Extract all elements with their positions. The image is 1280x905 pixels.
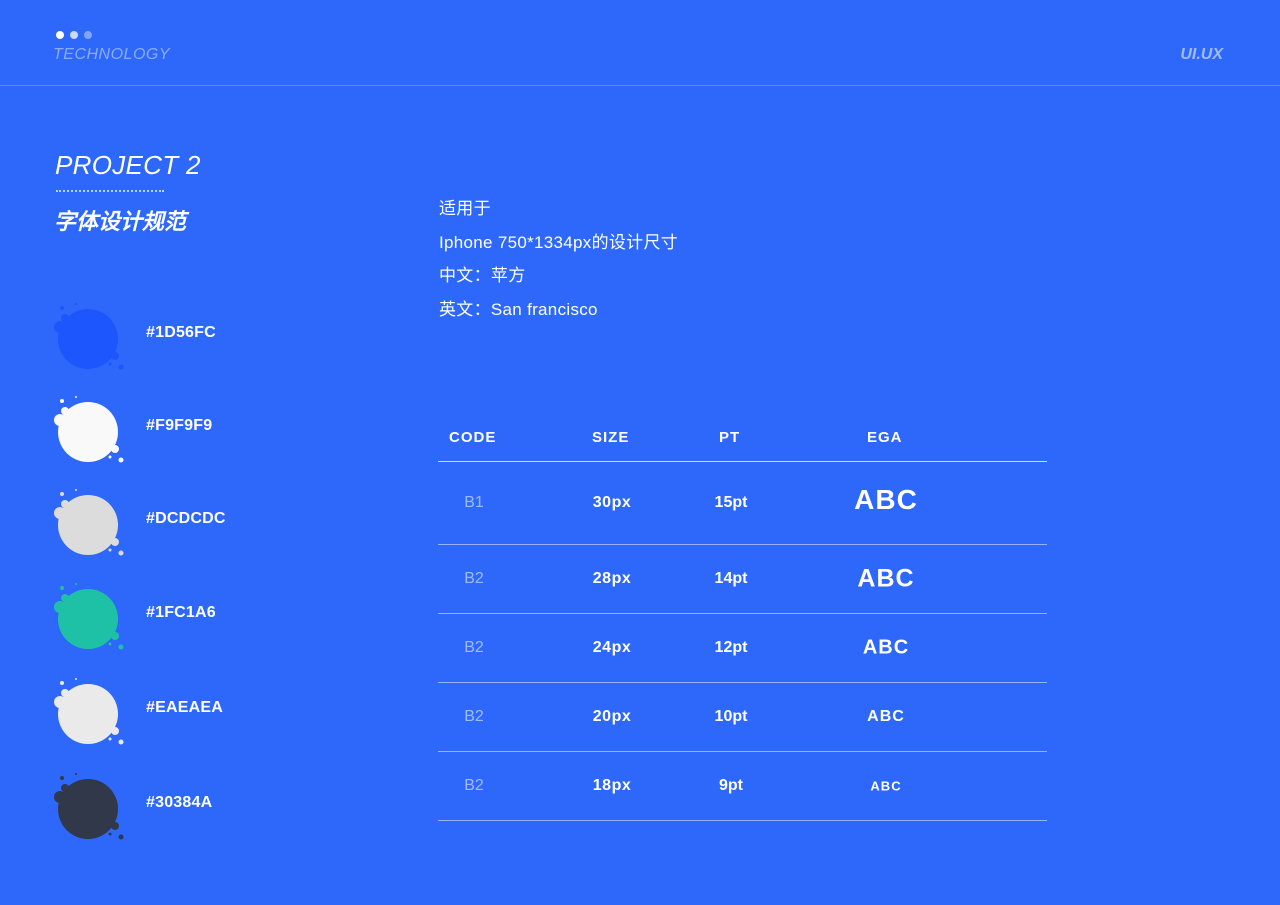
font-spec-table: CODE SIZE PT EGA B1 30px 15pt ABC B2 28p… bbox=[438, 420, 1047, 821]
header-bar: TECHNOLOGY UI.UX bbox=[0, 0, 1280, 86]
color-swatch: #F9F9F9 bbox=[48, 389, 308, 473]
cell-pt: 12pt bbox=[714, 639, 748, 656]
cell-size: 18px bbox=[592, 777, 632, 794]
table-header: CODE SIZE PT EGA bbox=[438, 420, 1047, 462]
project-title: PROJECT 2 bbox=[55, 150, 201, 180]
color-swatch: #EAEAEA bbox=[48, 671, 308, 755]
cell-code: B2 bbox=[464, 708, 484, 725]
color-swatch: #DCDCDC bbox=[48, 482, 308, 566]
color-blob-icon bbox=[54, 583, 124, 650]
window-dots bbox=[56, 31, 92, 39]
swatch-hex: #F9F9F9 bbox=[146, 417, 213, 434]
swatch-hex: #1FC1A6 bbox=[146, 604, 216, 621]
column-header-ega: EGA bbox=[867, 429, 903, 446]
info-line: 适用于 bbox=[439, 199, 491, 218]
cell-ega-sample: ABC bbox=[854, 484, 918, 515]
cell-ega-sample: ABC bbox=[862, 636, 910, 659]
cell-size: 30px bbox=[592, 494, 632, 511]
cell-size: 24px bbox=[592, 639, 632, 656]
cell-pt: 15pt bbox=[714, 494, 748, 511]
table-row: B2 20px 10pt ABC bbox=[438, 683, 1047, 752]
title-divider bbox=[56, 190, 164, 192]
color-swatch: #30384A bbox=[48, 766, 308, 850]
cell-size: 20px bbox=[592, 708, 632, 725]
project-subtitle: 字体设计规范 bbox=[54, 209, 187, 234]
dot-icon bbox=[84, 31, 92, 39]
cell-pt: 14pt bbox=[714, 570, 748, 587]
color-blob-icon bbox=[54, 773, 124, 840]
cell-size: 28px bbox=[592, 570, 632, 587]
cell-code: B2 bbox=[464, 639, 484, 656]
cell-pt: 9pt bbox=[719, 777, 743, 794]
color-blob-icon bbox=[54, 489, 124, 556]
swatch-hex: #1D56FC bbox=[146, 324, 216, 341]
dot-icon bbox=[56, 31, 64, 39]
color-swatch: #1D56FC bbox=[48, 296, 308, 380]
cell-ega-sample: ABC bbox=[867, 708, 905, 725]
column-header-pt: PT bbox=[719, 429, 741, 446]
spec-info: 适用于 Iphone 750*1334px的设计尺寸 中文：苹方 英文：San … bbox=[439, 192, 678, 326]
info-line: 中文：苹方 bbox=[439, 266, 526, 285]
cell-code: B2 bbox=[464, 570, 484, 587]
dot-icon bbox=[70, 31, 78, 39]
brand-label: TECHNOLOGY bbox=[53, 46, 171, 63]
color-blob-icon bbox=[54, 678, 124, 745]
cell-ega-sample: ABC bbox=[857, 564, 915, 593]
column-header-code: CODE bbox=[449, 429, 497, 446]
info-line: 英文：San francisco bbox=[439, 299, 598, 319]
cell-code: B1 bbox=[464, 494, 484, 511]
cell-ega-sample: ABC bbox=[870, 778, 902, 794]
cell-code: B2 bbox=[464, 777, 484, 794]
swatch-hex: #30384A bbox=[146, 794, 213, 811]
table-row: B2 24px 12pt ABC bbox=[438, 614, 1047, 683]
header-tag: UI.UX bbox=[1180, 46, 1223, 63]
table-row: B1 30px 15pt ABC bbox=[438, 462, 1047, 545]
color-blob-icon bbox=[54, 396, 124, 463]
color-swatch: #1FC1A6 bbox=[48, 576, 308, 660]
swatch-hex: #DCDCDC bbox=[146, 510, 226, 527]
table-row: B2 18px 9pt ABC bbox=[438, 752, 1047, 821]
table-row: B2 28px 14pt ABC bbox=[438, 545, 1047, 614]
info-line: Iphone 750*1334px的设计尺寸 bbox=[439, 232, 679, 252]
cell-pt: 10pt bbox=[714, 708, 748, 725]
swatch-hex: #EAEAEA bbox=[146, 699, 223, 716]
column-header-size: SIZE bbox=[592, 429, 630, 446]
color-blob-icon bbox=[54, 303, 124, 370]
